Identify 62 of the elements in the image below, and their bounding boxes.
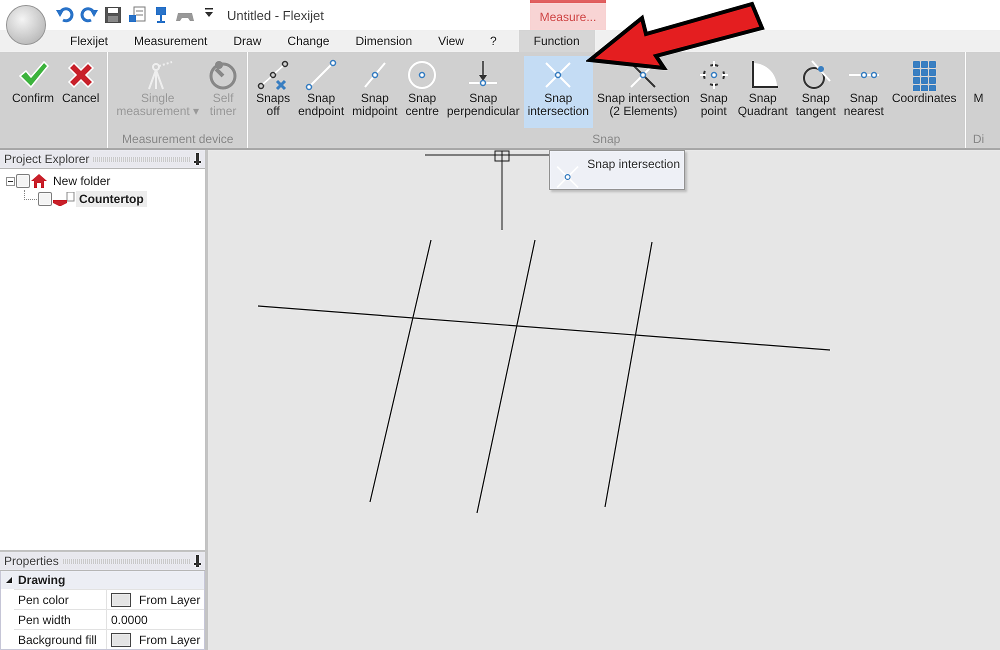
check-icon: [17, 59, 49, 91]
target-icon: [698, 59, 730, 91]
ribbon-tab[interactable]: Dimension: [342, 30, 426, 52]
collapse-icon[interactable]: [6, 577, 12, 583]
panel-title: Properties: [4, 554, 59, 568]
app-logo-icon[interactable]: [6, 5, 46, 45]
ribbon-button[interactable]: Snap point: [694, 56, 734, 128]
timer-icon: [207, 59, 240, 91]
ribbon-tab[interactable]: Function: [518, 30, 595, 52]
ribbon-group-label: Snap: [591, 132, 622, 148]
property-name: Pen color: [14, 590, 107, 609]
snaps-off-icon: [257, 59, 290, 91]
ribbon-button[interactable]: Snap Quadrant: [734, 56, 792, 128]
window-title: Untitled - Flexijet: [227, 8, 324, 22]
ribbon-tab[interactable]: View: [425, 30, 477, 52]
panel-title: Project Explorer: [4, 152, 90, 166]
color-swatch[interactable]: [111, 632, 131, 646]
collapse-icon[interactable]: [6, 176, 15, 186]
ribbon-tab[interactable]: ?: [476, 30, 510, 52]
ribbon-button[interactable]: Confirm: [8, 56, 58, 128]
pin-icon[interactable]: [194, 153, 201, 165]
property-value[interactable]: From Layer: [139, 632, 200, 646]
save-icon[interactable]: [103, 5, 123, 25]
ribbon-button[interactable]: Snap centre: [402, 56, 443, 128]
circle-centre-icon: [406, 59, 438, 91]
checkbox[interactable]: [16, 174, 30, 188]
property-name: Background fill: [14, 630, 107, 649]
ribbon-group-label: Measurement device: [121, 132, 234, 148]
ribbon-tab[interactable]: Draw: [220, 30, 274, 52]
property-value[interactable]: From Layer: [139, 592, 200, 606]
ribbon-button[interactable]: Snap intersection: [524, 56, 593, 128]
ribbon-button[interactable]: Snap nearest: [840, 56, 888, 128]
intersection-icon: [545, 62, 572, 88]
house-icon: [31, 174, 47, 188]
checkbox[interactable]: [38, 192, 52, 206]
category-label: Drawing: [18, 573, 66, 587]
ribbon-button[interactable]: M: [970, 56, 988, 128]
ribbon-button[interactable]: Cancel: [58, 56, 104, 128]
ribbon-button[interactable]: Snap endpoint: [294, 56, 348, 128]
ribbon-tab[interactable]: Change: [274, 30, 342, 52]
ribbon-button[interactable]: Snap perpendicular: [442, 56, 524, 128]
contextual-tab-header: Measure...: [530, 0, 606, 30]
ribbon-tab[interactable]: Flexijet: [55, 30, 122, 52]
property-name: Pen width: [14, 610, 107, 629]
property-value[interactable]: 0.0000: [111, 612, 148, 626]
ribbon-button[interactable]: Snaps off: [252, 56, 294, 128]
color-swatch[interactable]: [111, 592, 131, 606]
ribbon-button[interactable]: Snap midpoint: [348, 56, 402, 128]
nearest-icon: [848, 71, 880, 79]
tooltip-text: Snap intersection: [587, 157, 680, 171]
ribbon-group-label: Di: [972, 132, 986, 148]
endpoint-icon: [305, 59, 338, 91]
pin-icon[interactable]: [194, 555, 201, 567]
ribbon-button[interactable]: Snap tangent: [792, 56, 840, 128]
ribbon-button[interactable]: Coordinates: [888, 56, 961, 128]
redo-icon[interactable]: [79, 5, 99, 25]
table-icon[interactable]: [127, 5, 147, 25]
tree-item[interactable]: New folder: [50, 173, 114, 189]
undo-icon[interactable]: [55, 5, 75, 25]
countertop-icon: [53, 192, 75, 206]
tree-item[interactable]: Countertop: [76, 191, 147, 207]
ribbon-tab[interactable]: Measurement: [121, 30, 220, 52]
